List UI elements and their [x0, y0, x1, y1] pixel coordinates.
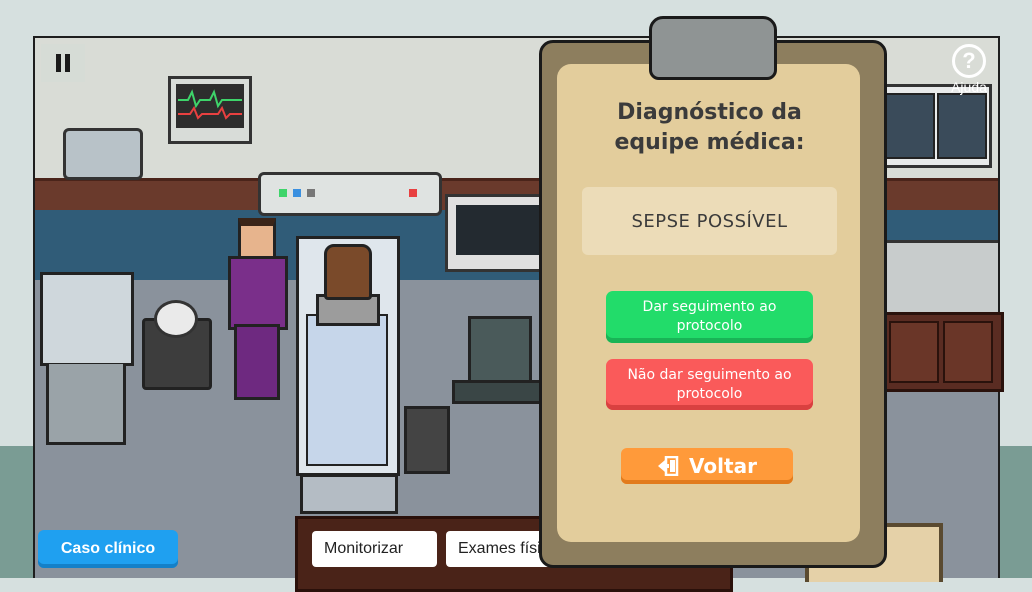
pause-button[interactable]	[41, 44, 85, 82]
bed-steps	[404, 406, 450, 474]
help-button[interactable]: ? Ajuda	[947, 44, 991, 104]
patient-bed[interactable]	[296, 236, 400, 514]
instrument-cart	[40, 272, 134, 445]
follow-protocol-button[interactable]: Dar seguimento ao protocolo	[606, 291, 813, 343]
counter	[878, 240, 998, 313]
ecg-icon	[178, 89, 242, 120]
heart-monitor[interactable]	[168, 76, 252, 144]
back-button[interactable]: Voltar	[621, 448, 793, 484]
ventilator-monitor	[445, 194, 551, 272]
patient-character	[324, 244, 372, 300]
ventilator	[452, 300, 544, 404]
clinical-case-button[interactable]: Caso clínico	[38, 530, 178, 568]
help-icon: ?	[952, 44, 986, 78]
not-follow-protocol-button[interactable]: Não dar seguimento ao protocolo	[606, 359, 813, 410]
stool-lamp	[154, 300, 198, 338]
help-label: Ajuda	[951, 79, 987, 95]
wall-suction-device	[63, 128, 143, 180]
doctor-character	[224, 218, 288, 400]
diagnosis-title: Diagnóstico da equipe médica:	[614, 100, 805, 155]
diagnosis-value: SEPSE POSSÍVEL	[582, 187, 837, 255]
bed-head-light	[258, 172, 442, 216]
clipboard-clip	[649, 16, 777, 80]
back-label: Voltar	[689, 454, 757, 478]
monitor-button[interactable]: Monitorizar	[312, 531, 437, 567]
pause-icon	[56, 54, 61, 72]
cabinet	[878, 312, 1004, 392]
exit-door-icon	[658, 456, 679, 476]
